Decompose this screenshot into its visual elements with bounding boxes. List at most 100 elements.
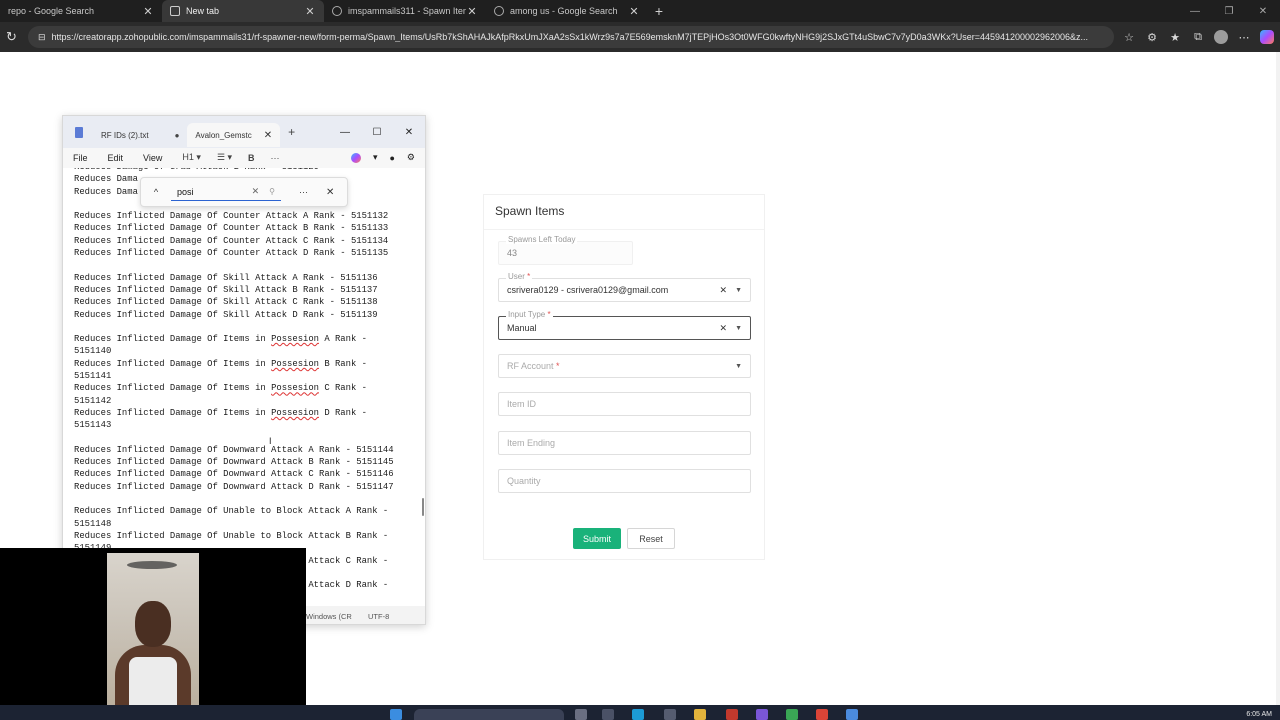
close-icon[interactable]: ✕ — [326, 187, 334, 198]
chevron-down-icon[interactable]: ▾ — [373, 152, 378, 163]
notepad-text-area[interactable]: Reduces Damage Of Grab Attack B Rank - 5… — [63, 168, 425, 606]
maximize-icon[interactable]: ☐ — [361, 127, 393, 138]
collections-icon[interactable]: ⧉ — [1191, 31, 1205, 44]
quantity-placeholder: Quantity — [507, 476, 541, 486]
notepad-line: Reduces Inflicted Damage Of Counter Atta… — [74, 211, 389, 222]
clear-icon[interactable]: ✕ — [720, 285, 728, 296]
minimize-icon[interactable]: — — [1178, 6, 1212, 17]
notepad-tab-active[interactable]: Avalon_Gemstc ✕ — [187, 123, 281, 147]
task-view-icon[interactable] — [575, 709, 587, 720]
close-window-icon[interactable]: ✕ — [1246, 6, 1280, 17]
find-bar: ^ posi ✕ ⚲ ··· ✕ — [140, 177, 348, 207]
notepad-line: Reduces Inflicted Damage Of Items in Pos… — [74, 358, 425, 370]
heading-label: H1 — [182, 152, 194, 162]
reload-icon[interactable]: ↻ — [6, 29, 24, 45]
spellcheck-flagged-word[interactable]: Possesion — [271, 408, 319, 418]
chevron-down-icon[interactable]: ▼ — [735, 325, 742, 332]
chrome-icon[interactable] — [816, 709, 828, 720]
favorite-star-icon[interactable]: ☆ — [1122, 31, 1136, 44]
minimize-icon[interactable]: — — [329, 127, 361, 138]
taskbar-search-box[interactable] — [414, 709, 564, 720]
menu-view[interactable]: View — [143, 153, 162, 163]
account-icon[interactable]: ● — [389, 153, 394, 163]
chevron-down-icon[interactable]: ▼ — [735, 287, 742, 294]
person-head-shape — [135, 601, 171, 647]
close-icon[interactable]: ✕ — [466, 5, 478, 18]
app-icon[interactable] — [664, 709, 676, 720]
spawns-left-label: Spawns Left Today — [506, 235, 578, 244]
extensions-icon[interactable]: ⚙ — [1145, 31, 1159, 44]
site-info-icon[interactable]: ⊟ — [38, 32, 46, 43]
item-ending-placeholder: Item Ending — [507, 438, 556, 448]
encoding-status[interactable]: UTF-8 — [368, 612, 389, 621]
notepad-window-controls: — ☐ ✕ — [329, 127, 425, 138]
search-icon[interactable]: ⚲ — [269, 187, 275, 196]
copilot-icon[interactable] — [350, 152, 361, 163]
submit-button[interactable]: Submit — [573, 528, 621, 549]
close-icon[interactable]: ✕ — [264, 130, 272, 141]
browser-tabstrip: repo - Google Search ✕ New tab ✕ imspamm… — [0, 0, 1280, 22]
spellcheck-flagged-word[interactable]: Possesion — [271, 383, 319, 393]
notepad-line — [74, 493, 425, 505]
app-icon[interactable] — [756, 709, 768, 720]
quantity-field[interactable]: Quantity — [498, 469, 751, 493]
user-label: User * — [506, 272, 533, 281]
more-menu-icon[interactable]: ⋯ — [1237, 31, 1251, 44]
more-formatting-button[interactable]: ··· — [271, 153, 280, 163]
new-tab-plus-icon[interactable]: + — [648, 3, 670, 19]
browser-tab[interactable]: imspammails311 - Spawn Items ✕ — [324, 0, 486, 22]
list-dropdown-icon[interactable]: ☰ ▾ — [217, 152, 232, 163]
close-window-icon[interactable]: ✕ — [393, 127, 425, 138]
notepad-line-text: Reduces Inflicted Damage Of Items in — [74, 358, 272, 369]
reset-button[interactable]: Reset — [627, 528, 675, 549]
file-explorer-icon[interactable] — [694, 709, 706, 720]
menu-file[interactable]: File — [73, 153, 88, 163]
profile-avatar-icon[interactable] — [1214, 30, 1228, 44]
close-icon[interactable]: ✕ — [628, 5, 640, 18]
item-id-field[interactable]: Item ID — [498, 392, 751, 416]
notepad-line-text: Reduces Inflicted Damage Of Items in — [74, 334, 272, 345]
url-field[interactable]: ⊟ https://creatorapp.zohopublic.com/imsp… — [28, 26, 1114, 48]
item-ending-field[interactable]: Item Ending — [498, 431, 751, 455]
app-icon[interactable] — [726, 709, 738, 720]
browser-tab-active[interactable]: New tab ✕ — [162, 0, 324, 22]
clear-icon[interactable]: ✕ — [720, 323, 728, 334]
notepad-scrollbar-thumb[interactable] — [422, 498, 424, 516]
notepad-line: 5151142 — [74, 395, 112, 406]
rf-account-placeholder-text: RF Account — [507, 361, 554, 371]
settings-gear-icon[interactable]: ⚙ — [407, 152, 415, 163]
heading-dropdown[interactable]: H1 ▾ — [182, 152, 201, 163]
menu-edit[interactable]: Edit — [108, 153, 124, 163]
chevron-down-icon[interactable]: ▼ — [735, 363, 742, 370]
spellcheck-flagged-word[interactable]: Possesion — [271, 359, 319, 369]
browser-tab-label: New tab — [186, 6, 220, 16]
rf-account-select[interactable]: RF Account * ▼ — [498, 354, 751, 378]
bold-button[interactable]: B — [248, 153, 255, 163]
required-mark: * — [527, 272, 531, 281]
close-icon[interactable]: ✕ — [304, 5, 316, 18]
favorites-icon[interactable]: ★ — [1168, 31, 1182, 44]
new-tab-plus-icon[interactable]: + — [288, 125, 295, 139]
notepad-tab-label: RF IDs (2).txt — [101, 130, 149, 140]
copilot-icon[interactable] — [1260, 30, 1274, 44]
input-type-select[interactable]: Manual ✕ ▼ — [498, 316, 751, 340]
notepad-tab[interactable]: RF IDs (2).txt ● — [93, 123, 187, 147]
user-select[interactable]: csrivera0129 - csrivera0129@gmail.com ✕ … — [498, 278, 751, 302]
app-icon[interactable] — [602, 709, 614, 720]
restore-icon[interactable]: ❐ — [1212, 6, 1246, 17]
close-icon[interactable]: ✕ — [142, 5, 154, 18]
start-icon[interactable] — [390, 709, 402, 720]
page-scrollbar[interactable] — [1276, 52, 1280, 705]
find-input[interactable]: posi ✕ ⚲ — [171, 183, 281, 201]
clear-icon[interactable]: ✕ — [252, 186, 260, 197]
spellcheck-flagged-word[interactable]: Possesion — [271, 334, 319, 344]
browser-tab[interactable]: repo - Google Search ✕ — [0, 0, 162, 22]
notepad-taskbar-icon[interactable] — [846, 709, 858, 720]
chevron-up-icon[interactable]: ^ — [141, 187, 171, 197]
edge-icon[interactable] — [632, 709, 644, 720]
taskbar-clock: 6:05 AM — [1246, 711, 1272, 718]
app-icon[interactable] — [786, 709, 798, 720]
line-ending-status[interactable]: Windows (CR — [306, 612, 352, 621]
find-options-icon[interactable]: ··· — [299, 187, 308, 197]
browser-tab[interactable]: among us - Google Search ✕ — [486, 0, 648, 22]
